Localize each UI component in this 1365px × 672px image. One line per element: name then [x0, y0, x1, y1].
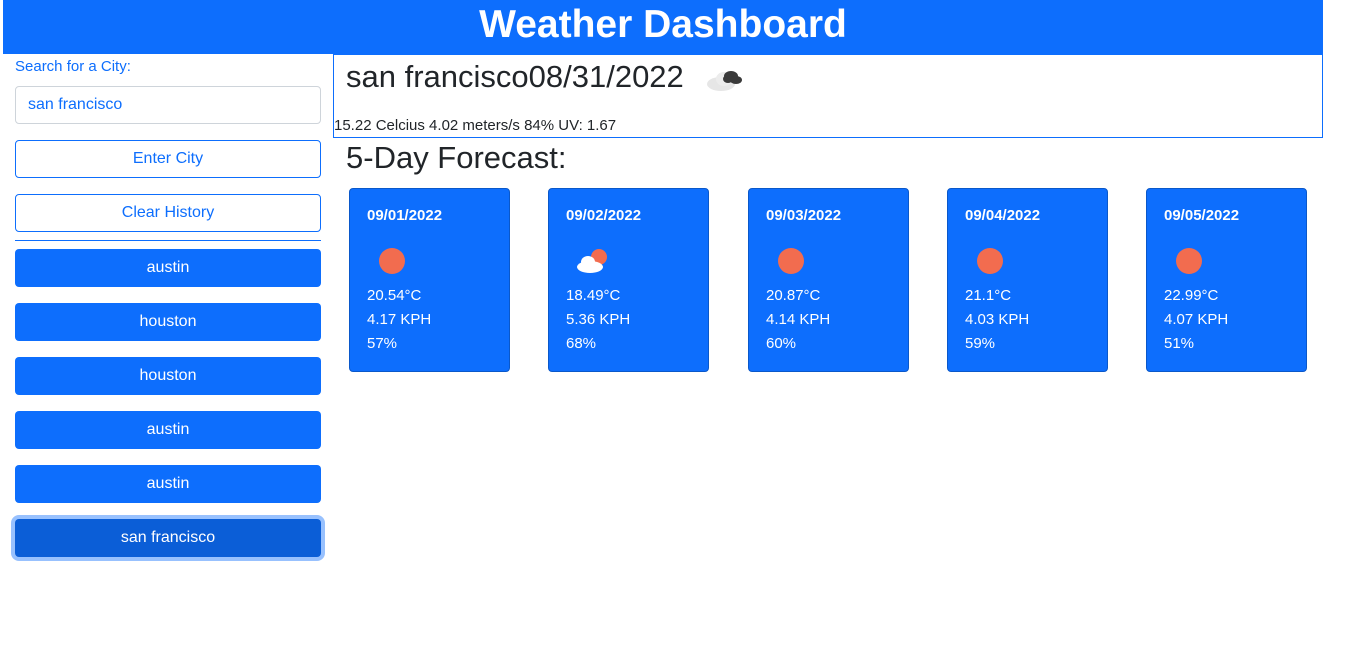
page-title: Weather Dashboard — [479, 3, 847, 46]
forecast-date: 09/02/2022 — [566, 207, 642, 224]
forecast-wind: 4.14 KPH — [766, 311, 831, 328]
history-item-button[interactable]: austin — [15, 465, 321, 503]
forecast-humidity: 60% — [766, 335, 797, 352]
current-weather-panel: san francisco08/31/2022 15.22 Celcius 4.… — [333, 54, 1323, 138]
sun-icon — [771, 243, 811, 279]
history-item-button[interactable]: houston — [15, 357, 321, 395]
current-weather-details: 15.22 Celcius 4.02 meters/s 84% UV: 1.67 — [334, 117, 617, 134]
clear-history-button[interactable]: Clear History — [15, 194, 321, 232]
current-city-date: san francisco08/31/2022 — [346, 59, 684, 94]
sun-icon — [970, 243, 1010, 279]
sidebar-divider — [15, 240, 321, 241]
forecast-title: 5-Day Forecast: — [346, 140, 567, 175]
forecast-card: 09/01/2022 20.54°C 4.17 KPH 57% — [349, 188, 510, 372]
forecast-temp: 20.87°C — [766, 287, 821, 304]
forecast-date: 09/01/2022 — [367, 207, 443, 224]
sun-icon — [1169, 243, 1209, 279]
search-label: Search for a City: — [15, 58, 131, 75]
forecast-humidity: 59% — [965, 335, 996, 352]
broken-clouds-icon — [704, 63, 744, 100]
forecast-temp: 20.54°C — [367, 287, 422, 304]
history-item-button[interactable]: austin — [15, 411, 321, 449]
forecast-date: 09/03/2022 — [766, 207, 842, 224]
forecast-date: 09/04/2022 — [965, 207, 1041, 224]
history-item-button-active[interactable]: san francisco — [15, 519, 321, 557]
forecast-wind: 4.03 KPH — [965, 311, 1030, 328]
forecast-date: 09/05/2022 — [1164, 207, 1240, 224]
history-item-button[interactable]: austin — [15, 249, 321, 287]
sun-icon — [372, 243, 412, 279]
forecast-card: 09/03/2022 20.87°C 4.14 KPH 60% — [748, 188, 909, 372]
history-item-button[interactable]: houston — [15, 303, 321, 341]
forecast-temp: 22.99°C — [1164, 287, 1219, 304]
forecast-card: 09/04/2022 21.1°C 4.03 KPH 59% — [947, 188, 1108, 372]
forecast-card: 09/05/2022 22.99°C 4.07 KPH 51% — [1146, 188, 1307, 372]
partly-cloudy-icon — [571, 243, 611, 279]
forecast-card: 09/02/2022 18.49°C 5.36 KPH 68% — [548, 188, 709, 372]
forecast-temp: 18.49°C — [566, 287, 621, 304]
page-header: Weather Dashboard — [3, 0, 1323, 54]
forecast-humidity: 68% — [566, 335, 597, 352]
search-input[interactable] — [15, 86, 321, 124]
forecast-wind: 4.17 KPH — [367, 311, 432, 328]
forecast-humidity: 51% — [1164, 335, 1195, 352]
forecast-wind: 5.36 KPH — [566, 311, 631, 328]
forecast-wind: 4.07 KPH — [1164, 311, 1229, 328]
enter-city-button[interactable]: Enter City — [15, 140, 321, 178]
forecast-temp: 21.1°C — [965, 287, 1012, 304]
forecast-humidity: 57% — [367, 335, 398, 352]
